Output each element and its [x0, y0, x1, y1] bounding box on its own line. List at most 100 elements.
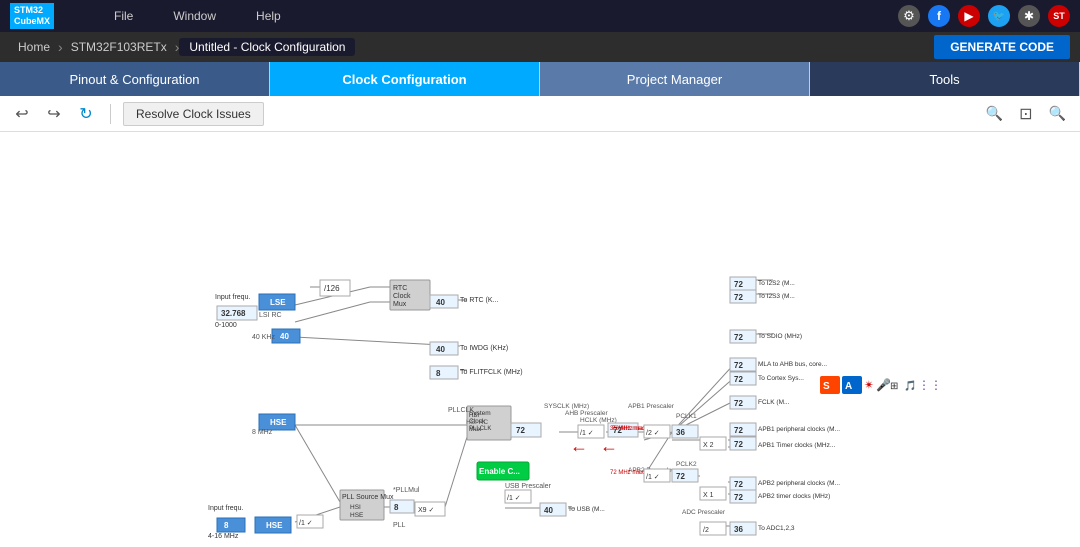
svg-text:72: 72	[734, 293, 743, 302]
svg-text:APB1 Prescaler: APB1 Prescaler	[628, 403, 675, 410]
svg-text:To USB (M...: To USB (M...	[568, 506, 605, 513]
svg-text:Input frequ.: Input frequ.	[215, 294, 250, 301]
svg-text:Clock: Clock	[393, 293, 411, 300]
svg-text:8 MHz: 8 MHz	[252, 429, 273, 436]
logo-line1: STM32	[14, 5, 50, 16]
svg-text:Enable C...: Enable C...	[479, 467, 520, 476]
zoom-in-icon[interactable]: 🔍	[1049, 105, 1066, 122]
svg-text:36 MHz max: 36 MHz max	[610, 426, 644, 432]
generate-code-button[interactable]: GENERATE CODE	[934, 35, 1070, 59]
svg-text:Mux: Mux	[393, 301, 407, 308]
svg-text:RTC: RTC	[393, 285, 407, 292]
svg-text:40: 40	[436, 345, 445, 354]
svg-text:PCLK1: PCLK1	[676, 413, 697, 420]
svg-text:72: 72	[676, 472, 685, 481]
svg-text:APB2 peripheral clocks (M...: APB2 peripheral clocks (M...	[758, 480, 840, 487]
svg-text:HSI RC: HSI RC	[466, 419, 488, 426]
svg-text:LSI RC: LSI RC	[259, 312, 282, 319]
facebook-icon[interactable]: f	[928, 5, 950, 27]
logo-area: STM32 CubeMX	[10, 3, 54, 29]
logo-line2: CubeMX	[14, 16, 50, 27]
svg-text:72: 72	[734, 480, 743, 489]
svg-text:PLLCLK: PLLCLK	[469, 426, 491, 432]
svg-text:*PLLMul: *PLLMul	[393, 487, 420, 494]
svg-text:8: 8	[224, 521, 229, 530]
svg-text:/2: /2	[703, 527, 709, 534]
svg-text:/126: /126	[324, 284, 340, 293]
breadcrumb-bar: Home › STM32F103RETx › Untitled - Clock …	[0, 32, 1080, 62]
svg-text:HSE: HSE	[350, 512, 364, 519]
svg-text:40 KHz: 40 KHz	[252, 334, 275, 341]
svg-text:⋮⋮: ⋮⋮	[918, 378, 942, 392]
svg-text:ADC Prescaler: ADC Prescaler	[682, 509, 726, 516]
tab-tools[interactable]: Tools	[810, 62, 1080, 96]
tab-bar: Pinout & Configuration Clock Configurati…	[0, 62, 1080, 96]
svg-text:40: 40	[544, 506, 553, 515]
svg-text:APB1 Timer clocks (MHz...: APB1 Timer clocks (MHz...	[758, 442, 835, 449]
svg-text:LSE: LSE	[270, 298, 286, 307]
svg-text:PLLCLK: PLLCLK	[448, 407, 474, 414]
youtube-icon[interactable]: ▶	[958, 5, 980, 27]
svg-text:✴: ✴	[864, 378, 874, 392]
network-icon[interactable]: ✱	[1018, 5, 1040, 27]
svg-text:To FLITFCLK (MHz): To FLITFCLK (MHz)	[460, 369, 523, 376]
svg-text:HSI: HSI	[350, 504, 361, 511]
breadcrumb-home[interactable]: Home	[10, 40, 58, 54]
logo-box: STM32 CubeMX	[10, 3, 54, 29]
svg-text:72: 72	[734, 375, 743, 384]
svg-text:Input frequ.: Input frequ.	[208, 505, 243, 512]
svg-text:To I2S3 (M...: To I2S3 (M...	[758, 293, 795, 300]
svg-text:/1 ✓: /1 ✓	[646, 474, 660, 481]
svg-text:X 1: X 1	[703, 492, 714, 499]
menu-window[interactable]: Window	[173, 9, 216, 23]
svg-text:/2 ✓: /2 ✓	[646, 430, 660, 437]
svg-text:72: 72	[734, 280, 743, 289]
tab-clock[interactable]: Clock Configuration	[270, 62, 540, 96]
svg-text:⊞: ⊞	[890, 381, 898, 392]
svg-text:72: 72	[734, 333, 743, 342]
svg-text:8: 8	[394, 503, 399, 512]
diagram-area: RTC Clock Mux /126 LSE LSI RC Input freq…	[0, 132, 1080, 547]
tab-project[interactable]: Project Manager	[540, 62, 810, 96]
svg-text:🎤: 🎤	[876, 377, 891, 392]
fit-icon[interactable]: ⊡	[1019, 104, 1032, 124]
st-icon[interactable]: ST	[1048, 5, 1070, 27]
top-icons: ⚙ f ▶ 🐦 ✱ ST	[898, 5, 1070, 27]
zoom-out-icon[interactable]: 🔍	[986, 105, 1003, 122]
svg-text:72: 72	[734, 440, 743, 449]
toolbar: ↩ ↪ ↻ Resolve Clock Issues 🔍 ⊡ 🔍	[0, 96, 1080, 132]
svg-text:PLL: PLL	[393, 522, 406, 529]
svg-text:/1 ✓: /1 ✓	[299, 520, 313, 527]
menu-help[interactable]: Help	[256, 9, 281, 23]
svg-text:APB1 peripheral clocks (M...: APB1 peripheral clocks (M...	[758, 426, 840, 433]
menu-file[interactable]: File	[114, 9, 133, 23]
svg-text:To IWDG (KHz): To IWDG (KHz)	[460, 345, 508, 352]
svg-text:A: A	[845, 381, 852, 392]
svg-text:←: ←	[570, 436, 588, 456]
svg-text:72: 72	[734, 493, 743, 502]
svg-text:APB2 timer clocks (MHz): APB2 timer clocks (MHz)	[758, 493, 830, 500]
twitter-icon[interactable]: 🐦	[988, 5, 1010, 27]
svg-text:USB Prescaler: USB Prescaler	[505, 483, 552, 490]
svg-text:72: 72	[516, 426, 525, 435]
settings-icon[interactable]: ⚙	[898, 5, 920, 27]
breadcrumb-device[interactable]: STM32F103RETx	[63, 40, 175, 54]
svg-text:FCLK (M...: FCLK (M...	[758, 399, 790, 406]
redo-button[interactable]: ↪	[42, 102, 66, 126]
svg-text:8: 8	[436, 369, 441, 378]
svg-text:32.768: 32.768	[221, 309, 246, 318]
svg-text:36: 36	[734, 525, 743, 534]
undo-button[interactable]: ↩	[10, 102, 34, 126]
svg-text:72: 72	[734, 426, 743, 435]
svg-text:0-1000: 0-1000	[215, 322, 237, 329]
svg-text:MLA to AHB bus, core...: MLA to AHB bus, core...	[758, 361, 827, 368]
svg-text:To ADC1,2,3: To ADC1,2,3	[758, 525, 795, 532]
resolve-clock-issues-button[interactable]: Resolve Clock Issues	[123, 102, 264, 126]
tab-pinout[interactable]: Pinout & Configuration	[0, 62, 270, 96]
clock-diagram-svg: RTC Clock Mux /126 LSE LSI RC Input freq…	[0, 132, 1080, 547]
refresh-button[interactable]: ↻	[74, 102, 98, 126]
svg-text:HSE: HSE	[270, 418, 287, 427]
svg-text:PLL Source Mux: PLL Source Mux	[342, 494, 394, 501]
svg-text:36: 36	[676, 428, 685, 437]
svg-text:72 MHz max: 72 MHz max	[610, 470, 644, 476]
